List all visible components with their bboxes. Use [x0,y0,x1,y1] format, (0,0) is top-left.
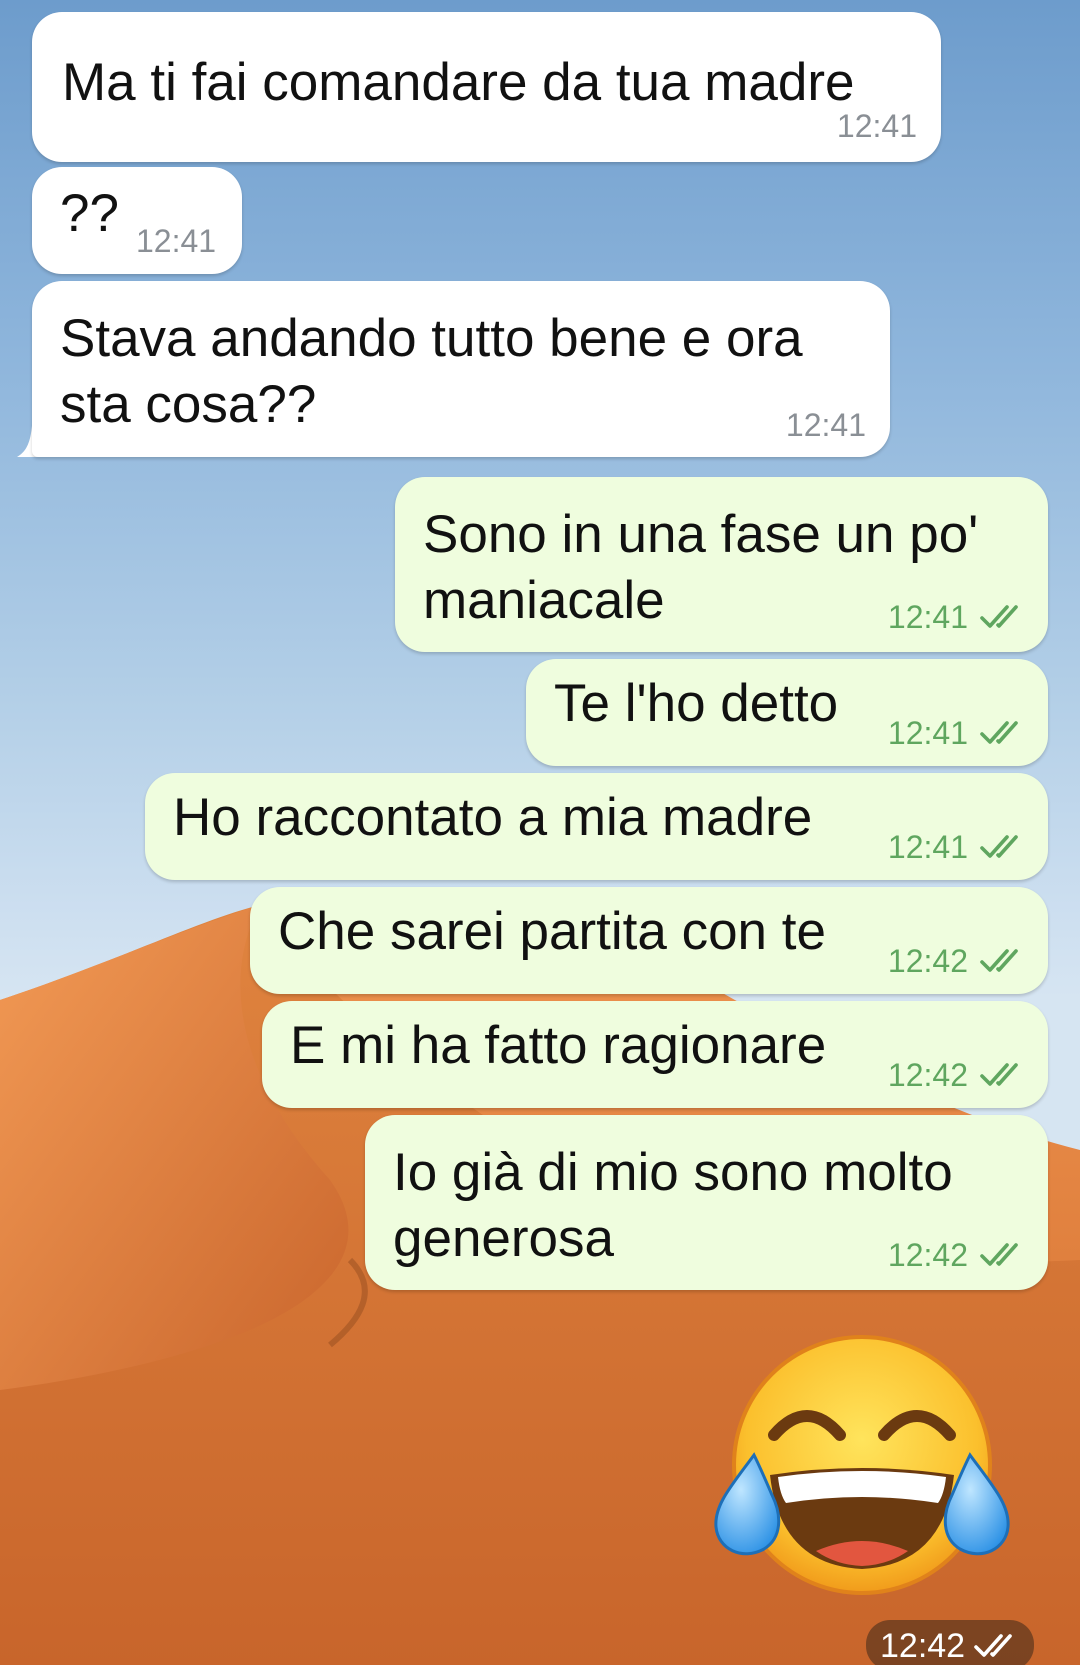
outgoing-message[interactable]: Ho raccontato a mia madre 12:41 [145,773,1048,880]
message-time: 12:41 [836,108,917,144]
double-check-read-icon [980,1063,1018,1086]
double-check-read-icon [980,835,1018,858]
incoming-message[interactable]: Stava andando tutto bene e ora sta cosa?… [32,281,890,457]
incoming-message[interactable]: Ma ti fai comandare da tua madre 12:41 [32,12,941,162]
outgoing-message[interactable]: Che sarei partita con te 12:42 [250,887,1048,994]
outgoing-message[interactable]: Io già di mio sono molto generosa 12:42 [365,1115,1048,1290]
message-time: 12:42 [887,1057,968,1093]
message-time: 12:42 [887,943,968,979]
sticker-time-badge: 12:42 [866,1620,1034,1665]
message-text: Che sarei partita con te [278,902,826,961]
double-check-read-icon [980,605,1018,628]
message-text: Ma ti fai comandare da tua madre [62,53,855,112]
face-with-tears-of-joy-icon[interactable] [712,1335,1012,1600]
double-check-read-icon [980,1243,1018,1266]
double-check-read-icon [980,949,1018,972]
message-time: 12:41 [136,223,217,259]
chat-screen: Ma ti fai comandare da tua madre 12:41 ?… [0,0,1080,1665]
incoming-message[interactable]: ?? 12:41 [32,167,242,274]
double-check-read-icon [980,721,1018,744]
message-text: Stava andando tutto bene e ora sta cosa?… [60,309,803,434]
message-text: ?? [60,184,119,243]
double-check-read-icon [974,1634,1012,1657]
message-time: 12:41 [887,829,968,865]
sticker-time: 12:42 [880,1627,966,1665]
outgoing-message[interactable]: E mi ha fatto ragionare 12:42 [262,1001,1048,1108]
message-text: Io già di mio sono molto generosa [393,1143,953,1268]
message-time: 12:41 [887,715,968,751]
message-time: 12:42 [887,1237,968,1273]
message-text: Ho raccontato a mia madre [173,788,813,847]
message-text: Te l'ho detto [554,674,839,733]
message-time: 12:41 [887,599,968,635]
message-text: E mi ha fatto ragionare [290,1016,827,1075]
message-time: 12:41 [785,407,866,443]
outgoing-message[interactable]: Sono in una fase un po' maniacale 12:41 [395,477,1048,652]
outgoing-message[interactable]: Te l'ho detto 12:41 [526,659,1048,766]
